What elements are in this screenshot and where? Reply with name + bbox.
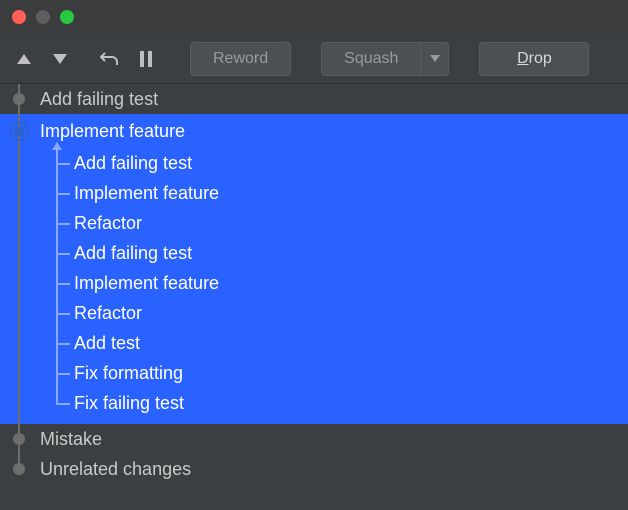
squashed-commit-row[interactable]: Fix formatting [74,358,628,388]
commit-row[interactable]: Implement feature [0,114,628,148]
commit-node-icon [13,463,25,475]
graph-gutter [0,84,40,114]
squash-target-dot-icon [14,126,24,136]
commit-label: Add test [74,333,140,354]
selected-commit-group[interactable]: Implement feature Add failing test Imple… [0,114,628,424]
squashed-children: Add failing test Implement feature Refac… [56,148,628,418]
squashed-commit-row[interactable]: Add test [74,328,628,358]
commit-label: Fix formatting [74,363,183,384]
commit-label: Refactor [74,303,142,324]
drop-button-label: Drop [517,50,552,68]
drop-button[interactable]: Drop [479,42,589,76]
commit-label: Refactor [74,213,142,234]
commit-label: Implement feature [74,273,219,294]
branch-tick-icon [56,223,70,225]
commit-node-icon [13,93,25,105]
graph-gutter [0,114,40,148]
rebase-toolbar: Reword Squash Drop [0,34,628,84]
branch-tick-icon [56,253,70,255]
graph-gutter [0,454,40,484]
branch-tick-icon [56,283,70,285]
branch-tick-icon [56,313,70,315]
squashed-commit-row[interactable]: Refactor [74,298,628,328]
pause-button[interactable] [132,45,160,73]
commit-row[interactable]: Unrelated changes [0,454,628,484]
commit-label: Implement feature [74,183,219,204]
window-zoom-button[interactable] [60,10,74,24]
reword-button-label: Reword [213,50,268,68]
branch-tick-icon [56,163,70,165]
squash-button[interactable]: Squash [321,42,449,76]
window-minimize-button[interactable] [36,10,50,24]
squashed-commit-row[interactable]: Implement feature [74,178,628,208]
commit-list: Add failing test Implement feature Add f… [0,84,628,484]
commit-label: Add failing test [74,153,192,174]
window-titlebar [0,0,628,34]
move-up-button[interactable] [10,45,38,73]
window-close-button[interactable] [12,10,26,24]
squashed-commit-row[interactable]: Add failing test [74,148,628,178]
branch-tick-icon [56,403,70,405]
commit-label: Add failing test [74,243,192,264]
commit-label: Mistake [40,429,102,450]
commit-label: Unrelated changes [40,459,191,480]
undo-button[interactable] [96,45,124,73]
move-down-button[interactable] [46,45,74,73]
squashed-commit-row[interactable]: Add failing test [74,238,628,268]
squash-dropdown-arrow[interactable] [420,43,448,75]
commit-label: Add failing test [40,89,158,110]
squashed-commit-row[interactable]: Fix failing test [74,388,628,418]
branch-line-icon [56,146,58,404]
branch-tick-icon [56,343,70,345]
squashed-commit-row[interactable]: Implement feature [74,268,628,298]
commit-row[interactable]: Add failing test [0,84,628,114]
reword-button[interactable]: Reword [190,42,291,76]
squash-button-label: Squash [344,50,398,68]
commit-label: Fix failing test [74,393,184,414]
graph-gutter [0,424,40,454]
branch-tick-icon [56,193,70,195]
branch-tick-icon [56,373,70,375]
commit-row[interactable]: Mistake [0,424,628,454]
commit-label: Implement feature [40,121,185,142]
commit-node-icon [13,433,25,445]
squashed-commit-row[interactable]: Refactor [74,208,628,238]
